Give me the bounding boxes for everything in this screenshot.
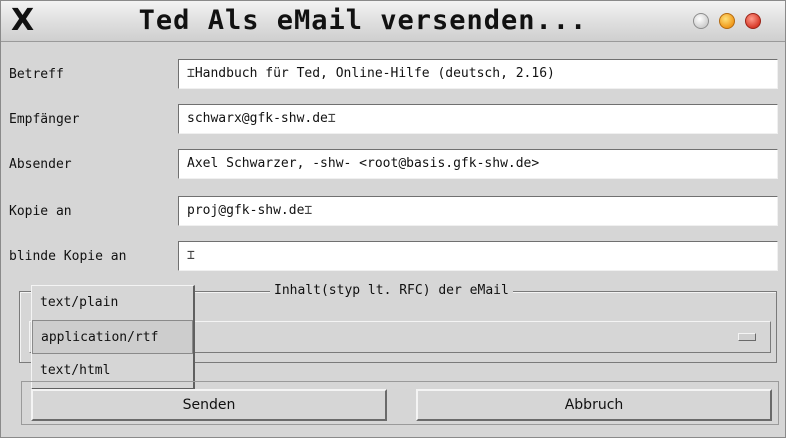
send-button[interactable]: Senden bbox=[31, 389, 387, 421]
subject-label: Betreff bbox=[9, 67, 64, 82]
content-type-menu: text/plain application/rtf text/html bbox=[31, 285, 195, 390]
sender-label: Absender bbox=[9, 157, 72, 172]
cc-field[interactable]: proj@gfk-shw.de⌶ bbox=[178, 196, 778, 226]
option-menu-indicator-icon bbox=[738, 333, 756, 341]
cc-value: proj@gfk-shw.de bbox=[187, 203, 305, 218]
minimize-button[interactable] bbox=[693, 13, 709, 29]
recipient-label: Empfänger bbox=[9, 112, 80, 127]
cancel-button[interactable]: Abbruch bbox=[416, 389, 772, 421]
subject-row: Betreff ⌶Handbuch für Ted, Online-Hilfe … bbox=[1, 59, 786, 91]
sender-field[interactable]: Axel Schwarzer, -shw- <root@basis.gfk-sh… bbox=[178, 149, 778, 179]
cc-label: Kopie an bbox=[9, 204, 72, 219]
subject-value: Handbuch für Ted, Online-Hilfe (deutsch,… bbox=[194, 66, 555, 81]
menu-item-text-plain[interactable]: text/plain bbox=[32, 286, 193, 320]
bcc-field[interactable]: ⌶ bbox=[178, 241, 778, 271]
recipient-row: Empfänger schwarx@gfk-shw.de⌶ bbox=[1, 104, 786, 136]
bcc-label: blinde Kopie an bbox=[9, 249, 127, 264]
content-type-group-title: Inhalt(styp lt. RFC) der eMail bbox=[270, 283, 513, 298]
close-button[interactable] bbox=[745, 13, 761, 29]
menu-item-application-rtf[interactable]: application/rtf bbox=[32, 320, 193, 354]
recipient-value: schwarx@gfk-shw.de bbox=[187, 111, 328, 126]
recipient-field[interactable]: schwarx@gfk-shw.de⌶ bbox=[178, 104, 778, 134]
window-title: Ted Als eMail versenden... bbox=[138, 5, 588, 36]
title-bar[interactable]: X Ted Als eMail versenden... bbox=[1, 1, 785, 42]
cc-row: Kopie an proj@gfk-shw.de⌶ bbox=[1, 196, 786, 228]
maximize-button[interactable] bbox=[719, 13, 735, 29]
bcc-row: blinde Kopie an ⌶ bbox=[1, 241, 786, 273]
send-mail-dialog: X Ted Als eMail versenden... Betreff ⌶Ha… bbox=[0, 0, 786, 438]
subject-field[interactable]: ⌶Handbuch für Ted, Online-Hilfe (deutsch… bbox=[178, 59, 778, 89]
sender-value: Axel Schwarzer, -shw- <root@basis.gfk-sh… bbox=[187, 156, 540, 171]
sender-row: Absender Axel Schwarzer, -shw- <root@bas… bbox=[1, 149, 786, 181]
